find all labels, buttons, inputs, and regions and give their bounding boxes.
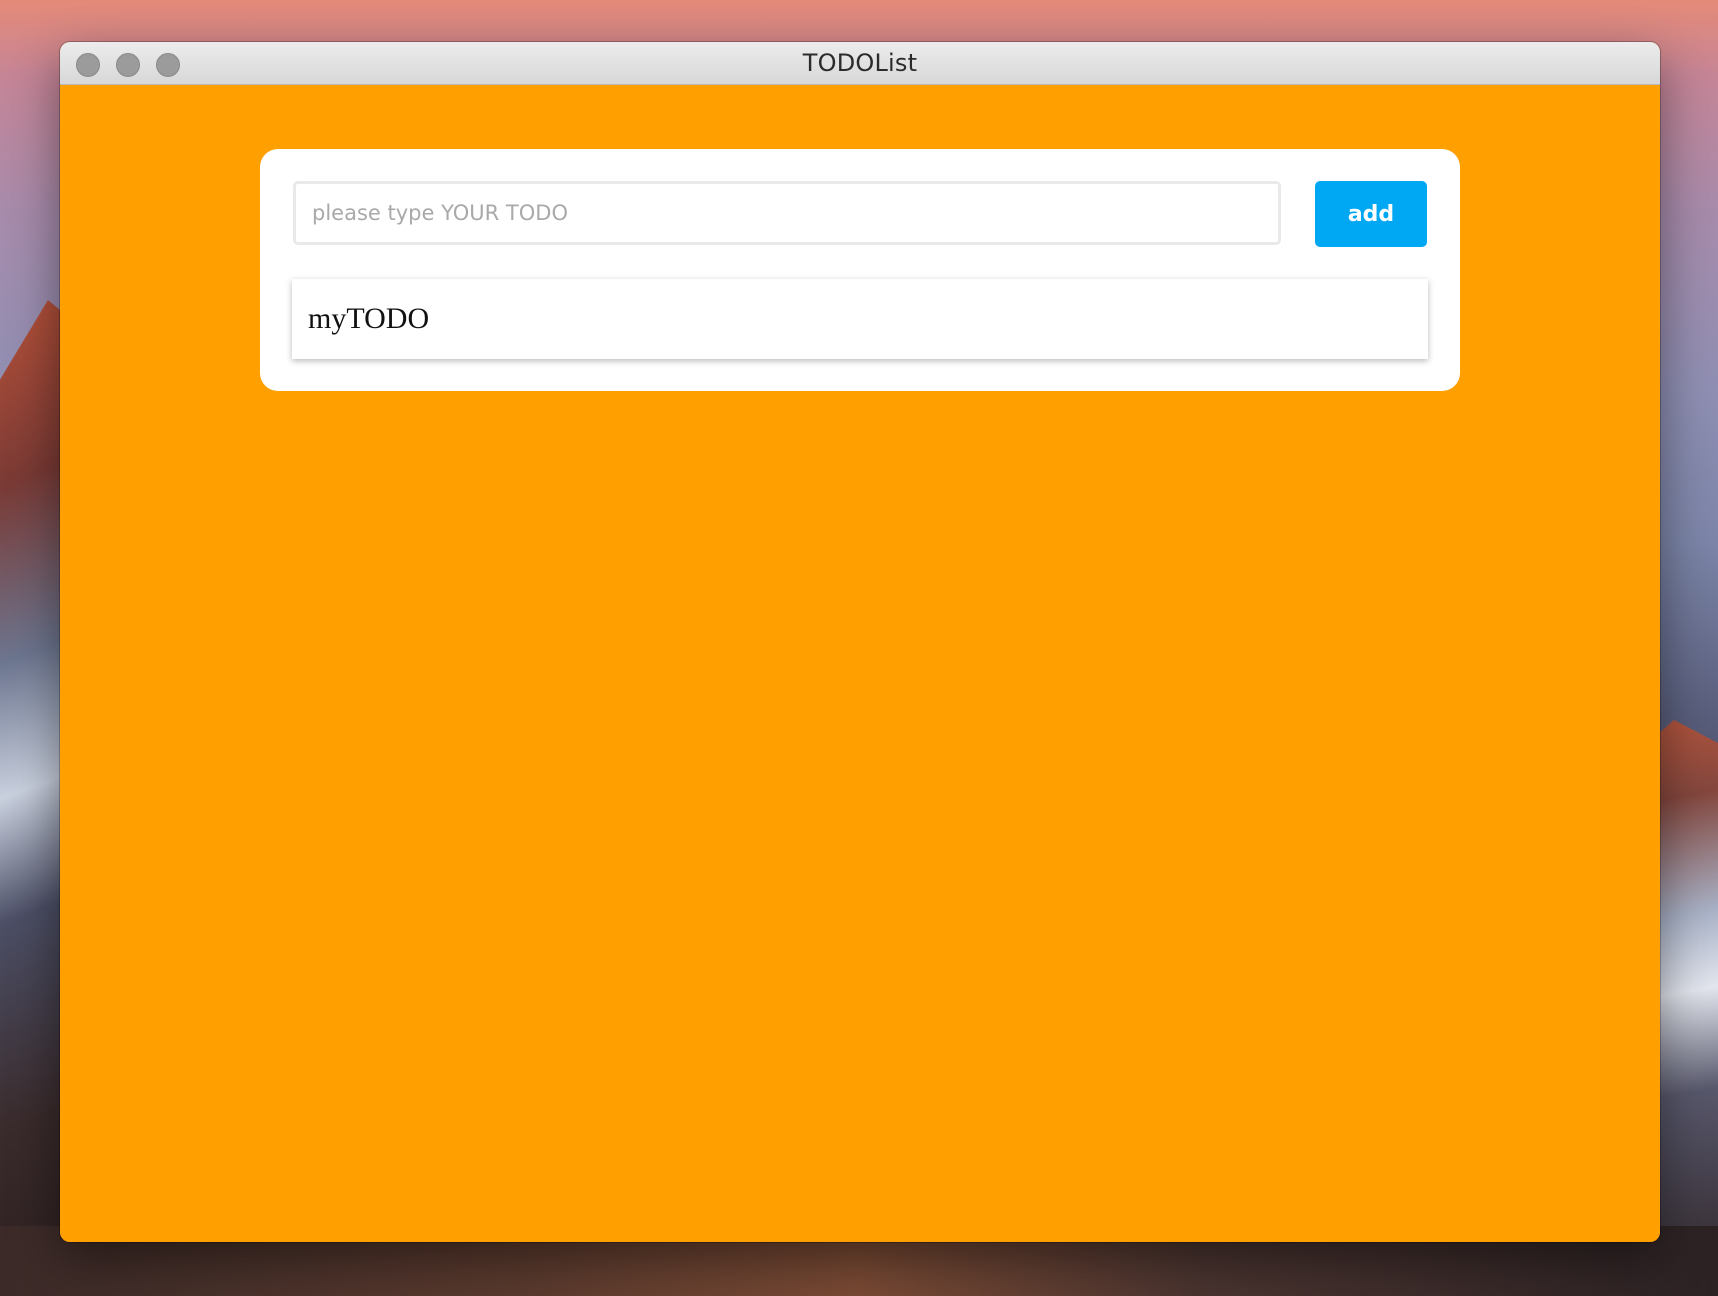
add-button[interactable]: add	[1315, 181, 1427, 247]
minimize-window-button[interactable]	[116, 53, 140, 77]
close-window-button[interactable]	[76, 53, 100, 77]
app-window: TODOList add myTODO	[60, 42, 1660, 1242]
todo-item[interactable]: myTODO	[292, 279, 1428, 359]
app-content: add myTODO	[60, 85, 1660, 1242]
window-title: TODOList	[802, 49, 918, 77]
zoom-window-button[interactable]	[156, 53, 180, 77]
window-controls	[76, 53, 180, 77]
todo-card: add myTODO	[260, 149, 1460, 391]
title-bar[interactable]: TODOList	[60, 42, 1660, 85]
todo-list: myTODO	[292, 279, 1428, 359]
todo-input[interactable]	[293, 181, 1281, 245]
todo-item-text: myTODO	[308, 302, 430, 335]
